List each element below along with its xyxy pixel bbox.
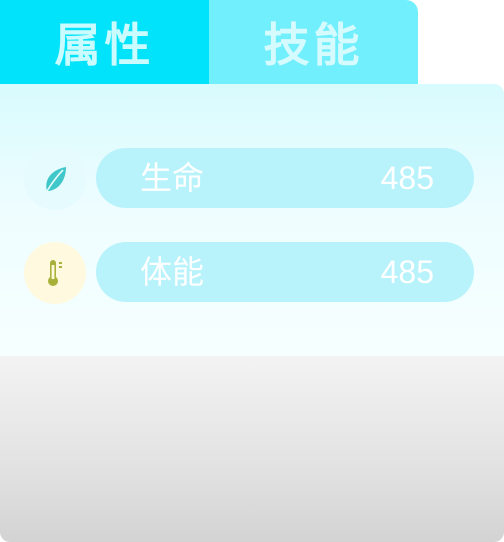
attributes-panel [0,84,504,356]
tab-bar: 属性 技能 [0,0,418,84]
tab-attributes-label: 属性 [54,18,155,72]
tab-skills[interactable]: 技能 [209,0,418,84]
life-stat-bar: 生命 485 [96,148,474,208]
stamina-label: 体能 [140,253,205,291]
stamina-value: 485 [380,254,434,290]
life-value: 485 [380,160,434,196]
tab-skills-label: 技能 [263,18,364,72]
lower-panel [0,356,504,542]
stamina-stat-bar: 体能 485 [96,242,474,302]
tab-attributes[interactable]: 属性 [0,0,209,84]
leaf-icon [24,148,86,210]
stat-row-life: 生命 485 [0,148,504,210]
stat-row-stamina: 体能 485 [0,242,504,304]
thermometer-icon [24,242,86,304]
life-label: 生命 [140,159,205,197]
